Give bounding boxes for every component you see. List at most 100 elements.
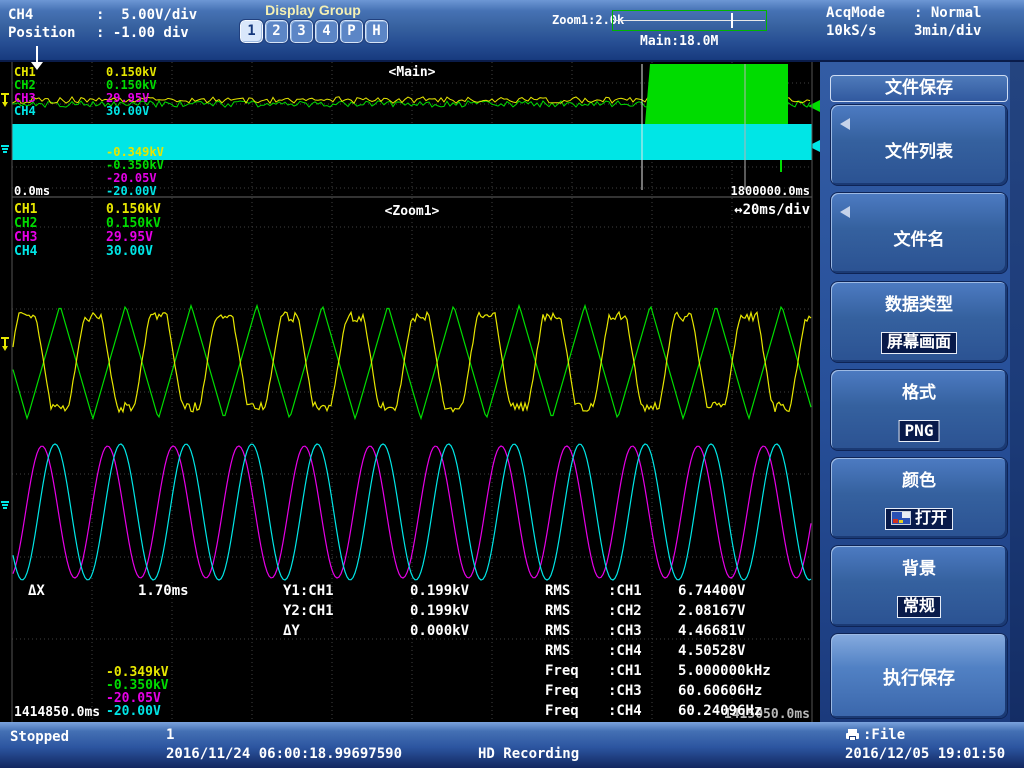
menu-button-label: 格式 (831, 378, 1007, 403)
menu-button-value: PNG (899, 420, 940, 442)
display-group-button-h[interactable]: H (365, 20, 388, 43)
display-group-button-3[interactable]: 3 (290, 20, 313, 43)
zoom-time-start: 1414850.0ms (14, 706, 100, 719)
waveform-display-area: <Main> CH1 0.150kV CH2 0.150kV CH3 29.95… (0, 62, 820, 722)
channel-name: CH4 (8, 7, 33, 23)
stat-value: 4.46681V (678, 624, 745, 638)
color-image-icon (891, 511, 911, 525)
oscilloscope-screen: CH4: 5.00V/div Position: -1.00 div Displ… (0, 0, 1024, 768)
menu-button-label: 背景 (831, 554, 1007, 579)
stat-value: 60.24096Hz (678, 704, 762, 718)
display-group-button-p[interactable]: P (340, 20, 363, 43)
status-bar: Stopped 1 2016/11/24 06:00:18.99697590 H… (0, 722, 1024, 768)
menu-button-file-name[interactable]: 文件名 (830, 192, 1008, 274)
stat-value: 60.60606Hz (678, 684, 762, 698)
menu-button-file-list[interactable]: 文件列表 (830, 104, 1008, 186)
output-target-label: :File (863, 727, 905, 743)
display-group-button-2[interactable]: 2 (265, 20, 288, 43)
main-time-start: 0.0ms (14, 185, 50, 198)
menu-button-label: 数据类型 (831, 290, 1007, 315)
stat-ch: :CH3 (608, 684, 642, 698)
stat-func: Freq (545, 684, 579, 698)
menu-button-label: 执行保存 (831, 664, 1007, 690)
acquisition-readout: AcqMode: Normal 10kS/s3min/div (826, 4, 885, 40)
zoom-position-bar[interactable] (612, 10, 767, 31)
menu-button-label: 文件名 (831, 225, 1007, 250)
main-ch2-level-marker (808, 100, 820, 112)
stat-func: RMS (545, 644, 570, 658)
zoom-bar-track (614, 20, 765, 21)
stat-value: 4.50528V (678, 644, 745, 658)
main-ch4-label: CH4 (14, 105, 36, 118)
stat-value: 6.74400V (678, 584, 745, 598)
stat-ch: :CH2 (608, 604, 642, 618)
time-per-div: 3min/div (914, 22, 981, 40)
zoom-ch4-label: CH4 (14, 245, 37, 258)
display-group-button-1[interactable]: 1 (240, 20, 263, 43)
stat-value: 5.000000kHz (678, 664, 771, 678)
position-value: : -1.00 div (96, 24, 189, 42)
display-group-button-4[interactable]: 4 (315, 20, 338, 43)
main-record-length: Main:18.0M (640, 34, 718, 49)
zoom-ch1-value: 0.150kV (106, 203, 161, 216)
position-label: Position (8, 25, 75, 41)
acq-mode-value: : Normal (914, 4, 981, 22)
display-group: Display Group 1234PH (238, 2, 390, 43)
display-group-label: Display Group (238, 2, 388, 18)
top-header-bar: CH4: 5.00V/div Position: -1.00 div Displ… (0, 0, 1024, 62)
zoom-ch2-value: 0.150kV (106, 217, 161, 230)
delta-x-value: 1.70ms (138, 584, 189, 598)
sample-rate: 10kS/s (826, 23, 877, 39)
zoom-ch3-label: CH3 (14, 231, 37, 244)
menu-panel-edge (1010, 62, 1024, 722)
zoom-bar-marker[interactable] (731, 13, 733, 28)
stat-func: Freq (545, 704, 579, 718)
delta-y-value: 0.000kV (410, 624, 469, 638)
zoom-low4-value: -20.00V (106, 705, 161, 718)
soft-menu-panel: 文件保存 文件列表 文件名 数据类型 屏幕画面 格式 PNG 颜色 (820, 62, 1024, 722)
menu-button-value: 常规 (897, 596, 941, 618)
menu-button-label: 颜色 (831, 466, 1007, 491)
stat-func: Freq (545, 664, 579, 678)
channel-scale: : 5.00V/div (96, 6, 197, 24)
stat-func: RMS (545, 604, 570, 618)
left-arrow-icon (840, 118, 850, 130)
stat-ch: :CH4 (608, 644, 642, 658)
channel-readout: CH4: 5.00V/div Position: -1.00 div (8, 6, 75, 42)
menu-color-state: 打开 (915, 510, 947, 527)
menu-button-execute-save[interactable]: 执行保存 (830, 633, 1008, 719)
cursor-y1-value: 0.199kV (410, 584, 469, 598)
zoom-time-scale: ↔20ms/div (734, 203, 810, 217)
cursor-y2-value: 0.199kV (410, 604, 469, 618)
menu-title: 文件保存 (830, 75, 1008, 102)
stat-func: RMS (545, 584, 570, 598)
trigger-position-stem (36, 46, 38, 62)
left-arrow-icon (840, 206, 850, 218)
recording-mode: HD Recording (478, 746, 579, 762)
main-trigger-level-marker (2, 102, 8, 107)
cursor-y1-label: Y1:CH1 (283, 584, 334, 598)
delta-y-label: ΔY (283, 624, 300, 638)
main-low4-value: -20.00V (106, 185, 157, 198)
record-start-time: 2016/11/24 06:00:18.99697590 (166, 746, 402, 762)
menu-button-value: 屏幕画面 (881, 332, 957, 354)
menu-button-data-type[interactable]: 数据类型 屏幕画面 (830, 281, 1008, 363)
menu-button-format[interactable]: 格式 PNG (830, 369, 1008, 451)
menu-button-label: 文件列表 (831, 137, 1007, 162)
current-datetime: 2016/12/05 19:01:50 (845, 746, 1005, 762)
stat-ch: :CH4 (608, 704, 642, 718)
stat-ch: :CH1 (608, 664, 642, 678)
zoom-ch1-label: CH1 (14, 203, 37, 216)
menu-button-background[interactable]: 背景 常规 (830, 545, 1008, 627)
menu-button-value: 打开 (885, 508, 953, 530)
stat-ch: :CH3 (608, 624, 642, 638)
acq-mode-label: AcqMode (826, 5, 885, 21)
stat-func: RMS (545, 624, 570, 638)
menu-button-color[interactable]: 颜色 打开 (830, 457, 1008, 539)
cursor-y2-label: Y2:CH1 (283, 604, 334, 618)
main-time-end: 1800000.0ms (731, 185, 810, 198)
file-output-icon (845, 728, 860, 741)
stat-ch: :CH1 (608, 584, 642, 598)
zoom-trigger-level-marker (2, 346, 8, 351)
acquisition-count: 1 (166, 727, 174, 743)
